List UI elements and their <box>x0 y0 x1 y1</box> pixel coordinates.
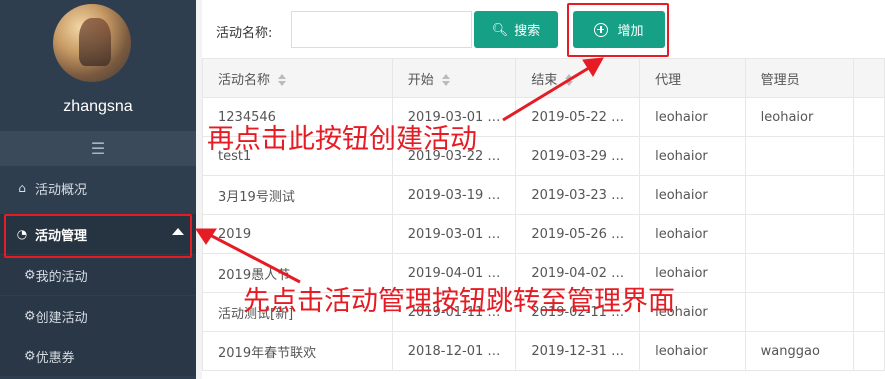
cell-extra <box>852 175 885 215</box>
cell-admin: wanggao <box>744 331 854 371</box>
cell-start: 2019-03-19 … <box>391 175 517 215</box>
cell-name: 2019 <box>202 214 393 254</box>
cell-admin <box>744 292 854 332</box>
column-header-admin: 管理员 <box>744 58 854 98</box>
search-button-label: 搜索 <box>514 23 541 38</box>
sidebar-item-label: 活动概况 <box>35 182 88 198</box>
table-header-row: 活动名称 开始 结束 代理 管理员 <box>202 58 885 98</box>
highlight-box-add-button <box>567 3 669 57</box>
sidebar-subitem-label: 优惠券 <box>35 350 75 366</box>
cell-agent: leohaior <box>639 175 746 215</box>
column-header-extra <box>852 58 885 98</box>
sidebar: zhangsna ☰ ⌂ 活动概况 ◔ 活动管理 ⚙ 我的活动 ⚙ 创建活动 ⚙… <box>0 0 196 379</box>
username: zhangsna <box>63 98 133 115</box>
cell-extra <box>852 136 885 176</box>
sidebar-item-overview[interactable]: ⌂ 活动概况 <box>0 168 196 208</box>
column-header-end[interactable]: 结束 <box>515 58 641 98</box>
cell-agent: leohaior <box>639 97 746 137</box>
cell-extra <box>852 292 885 332</box>
sort-icon[interactable] <box>441 74 450 86</box>
activity-name-label: 活动名称: <box>216 26 273 41</box>
gear-icon: ⚙ <box>24 267 36 283</box>
cell-admin <box>744 214 854 254</box>
cell-end: 2019-03-29 … <box>515 136 641 176</box>
gear-icon: ⚙ <box>24 308 36 324</box>
cell-name: 2019年春节联欢 <box>202 331 393 371</box>
sidebar-subitem-create-activity[interactable]: ⚙ 创建活动 <box>0 296 196 336</box>
cell-end: 2019-05-22 … <box>515 97 641 137</box>
cell-start: 2019-03-01 … <box>391 214 517 254</box>
sort-icon[interactable] <box>278 74 287 86</box>
cell-agent: leohaior <box>639 331 746 371</box>
sidebar-subitem-my-activities[interactable]: ⚙ 我的活动 <box>0 255 196 295</box>
cell-start: 2018-12-01 … <box>391 331 517 371</box>
cell-admin <box>744 253 854 293</box>
activity-table-container[interactable]: 活动名称 开始 结束 代理 管理员 1234546 2019-03-01 … 201… <box>202 58 885 379</box>
search-toolbar: 活动名称: 🔍︎ 搜索 增加 <box>202 0 885 58</box>
app-window: zhangsna ☰ ⌂ 活动概况 ◔ 活动管理 ⚙ 我的活动 ⚙ 创建活动 ⚙… <box>0 0 885 379</box>
home-icon: ⌂ <box>18 181 26 195</box>
cell-extra <box>852 253 885 293</box>
cell-admin: leohaior <box>744 97 854 137</box>
cell-extra <box>852 214 885 254</box>
table-row[interactable]: 2019 2019-03-01 … 2019-05-26 … leohaior <box>202 214 885 254</box>
sidebar-subitem-label: 我的活动 <box>35 269 88 285</box>
sidebar-subitem-coupons[interactable]: ⚙ 优惠券 <box>0 336 196 376</box>
menu-fold-icon: ☰ <box>90 139 106 158</box>
search-button[interactable]: 🔍︎ 搜索 <box>474 11 558 48</box>
search-icon: 🔍︎ <box>491 21 509 37</box>
annotation-text-navigate: 先点击活动管理按钮跳转至管理界面 <box>243 286 675 317</box>
cell-admin <box>744 136 854 176</box>
column-header-start[interactable]: 开始 <box>391 58 517 98</box>
table-row[interactable]: 2019年春节联欢 2018-12-01 … 2019-12-31 … leohaio… <box>202 331 885 371</box>
sort-icon[interactable] <box>565 74 574 86</box>
cell-extra <box>852 331 885 371</box>
cell-agent: leohaior <box>639 214 746 254</box>
column-header-agent: 代理 <box>639 58 746 98</box>
sidebar-subitem-label: 创建活动 <box>35 310 88 326</box>
highlight-box-activity-management <box>4 214 192 258</box>
table-row[interactable]: 3月19号测试 2019-03-19 … 2019-03-23 … leohaior <box>202 175 885 215</box>
activity-table: 活动名称 开始 结束 代理 管理员 1234546 2019-03-01 … 201… <box>202 58 885 371</box>
cell-admin <box>744 175 854 215</box>
cell-end: 2019-03-23 … <box>515 175 641 215</box>
cell-end: 2019-05-26 … <box>515 214 641 254</box>
cell-agent: leohaior <box>639 136 746 176</box>
activity-name-input[interactable] <box>291 11 472 48</box>
sidebar-collapse-button[interactable]: ☰ <box>0 131 196 166</box>
cell-extra <box>852 97 885 137</box>
cell-name: 3月19号测试 <box>202 175 393 215</box>
annotation-text-create: 再点击此按钮创建活动 <box>207 124 477 155</box>
column-header-name[interactable]: 活动名称 <box>202 58 393 98</box>
avatar[interactable] <box>53 4 131 82</box>
cell-end: 2019-12-31 … <box>515 331 641 371</box>
gear-icon: ⚙ <box>24 348 36 364</box>
